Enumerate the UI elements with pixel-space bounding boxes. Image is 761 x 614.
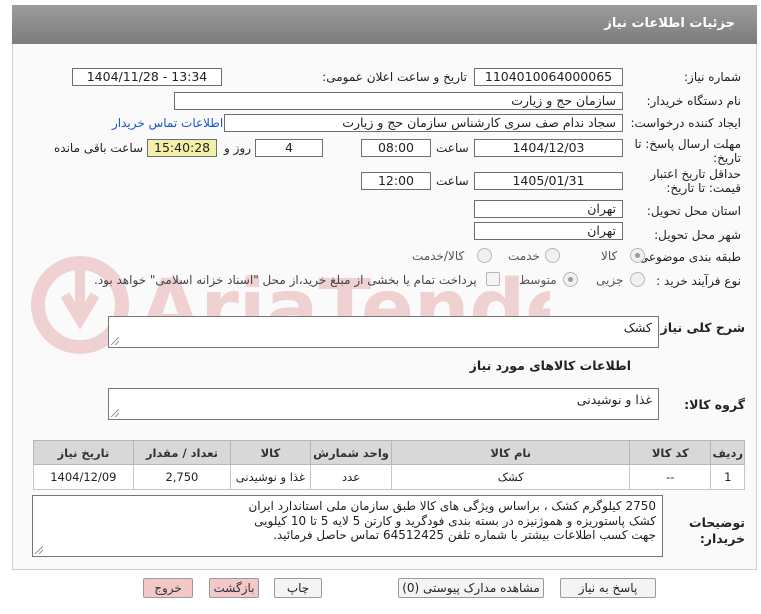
attachments-button[interactable]: مشاهده مدارک پیوستی (0): [398, 578, 544, 598]
page-title: جزئیات اطلاعات نیاز: [604, 16, 735, 31]
col-header-quantity: تعداد / مقدار: [132, 440, 232, 465]
remaining-time-label: ساعت باقی مانده: [54, 141, 144, 155]
deadline-label-line2: تاریخ:: [713, 151, 741, 165]
col-header-row-number: ردیف: [710, 440, 745, 465]
announce-date-label: تاریخ و ساعت اعلان عمومی:: [322, 70, 467, 84]
col-header-need-date: تاریخ نیاز: [33, 440, 134, 465]
cell-goods-code: --: [629, 464, 712, 490]
goods-group-textarea[interactable]: غذا و نوشیدنی: [108, 388, 659, 420]
print-button[interactable]: چاپ: [274, 578, 322, 598]
table-row[interactable]: 1 -- کشک عدد غذا و نوشیدنی 2,750 1404/12…: [33, 464, 745, 490]
province-label: استان محل تحویل:: [646, 204, 741, 218]
process-radio-minor[interactable]: [630, 272, 645, 287]
cell-goods-name: کشک: [391, 464, 631, 490]
category-radio-goods[interactable]: [630, 248, 645, 263]
resize-grip-icon[interactable]: [35, 546, 43, 554]
back-button[interactable]: بازگشت: [209, 578, 259, 598]
buyer-contact-link[interactable]: اطلاعات تماس خریدار: [112, 116, 223, 130]
buyer-notes-textarea[interactable]: 2750 کیلوگرم کشک ، براساس ویژگی های کالا…: [32, 495, 663, 557]
buyer-notes-label: توضیحات: [689, 515, 745, 530]
category-option-service: خدمت: [508, 249, 540, 263]
deadline-label: مهلت ارسال پاسخ: تا: [634, 137, 741, 151]
description-textarea[interactable]: کشک: [108, 316, 659, 348]
days-field: 4: [255, 139, 323, 157]
cell-row-number: 1: [710, 464, 745, 490]
creator-field: سجاد ندام صف سری کارشناس سازمان حج و زیا…: [224, 114, 623, 132]
category-radio-goods-service[interactable]: [477, 248, 492, 263]
exit-button[interactable]: خروج: [143, 578, 193, 598]
cell-need-date: 1404/12/09: [33, 464, 134, 490]
province-field: تهران: [474, 200, 623, 218]
deadline-time-label: ساعت: [436, 141, 469, 155]
buyer-notes-line: کشک پاستوریزه و هموژنیزه در بسته بندی فو…: [254, 513, 656, 528]
resize-grip-icon[interactable]: [111, 409, 119, 417]
buyer-notes-line: جهت کسب اطلاعات بیشتر با شماره تلفن 6451…: [273, 528, 656, 542]
buyer-notes-label-line2: خریدار:: [699, 531, 745, 546]
city-field: تهران: [474, 222, 623, 240]
process-option-medium: متوسط: [519, 273, 557, 287]
description-text: کشک: [623, 320, 652, 335]
city-label: شهر محل تحویل:: [654, 228, 741, 242]
validity-label-line2: قیمت: تا تاریخ:: [666, 181, 741, 195]
validity-date-field: 1405/01/31: [474, 172, 623, 190]
cell-unit: عدد: [309, 464, 393, 490]
validity-time-field: 12:00: [361, 172, 431, 190]
table-header-row: ردیف کد کالا نام کالا واحد شمارش کالا تع…: [33, 440, 745, 465]
category-label: طبقه بندی موضوعی:: [634, 250, 741, 264]
cell-goods-group: غذا و نوشیدنی: [230, 464, 311, 490]
goods-group-label: گروه کالا:: [684, 397, 745, 412]
treasury-payment-checkbox[interactable]: [486, 272, 500, 286]
goods-group-text: غذا و نوشیدنی: [576, 392, 652, 407]
panel-header: جزئیات اطلاعات نیاز: [12, 5, 757, 44]
announce-date-field: 1404/11/28 - 13:34: [72, 68, 222, 86]
validity-label: حداقل تاریخ اعتبار: [650, 167, 741, 181]
need-number-label: شماره نیاز:: [684, 70, 741, 84]
process-type-label: نوع فرآیند خرید :: [656, 274, 741, 288]
description-label: شرح کلی نیاز:: [655, 320, 745, 335]
goods-info-title: اطلاعات کالاهای مورد نیاز: [469, 358, 631, 373]
buyer-notes-line: 2750 کیلوگرم کشک ، براساس ویژگی های کالا…: [248, 499, 656, 513]
buyer-org-field: سازمان حج و زیارت: [174, 92, 623, 110]
goods-table: ردیف کد کالا نام کالا واحد شمارش کالا تع…: [33, 440, 745, 490]
validity-time-label: ساعت: [436, 174, 469, 188]
col-header-goods-code: کد کالا: [629, 440, 712, 465]
treasury-payment-note: پرداخت تمام یا بخشی از مبلغ خرید،از محل …: [94, 273, 477, 287]
deadline-time-field: 08:00: [361, 139, 431, 157]
deadline-date-field: 1404/12/03: [474, 139, 623, 157]
creator-label: ایجاد کننده درخواست:: [630, 116, 741, 130]
resize-grip-icon[interactable]: [111, 337, 119, 345]
col-header-goods: کالا: [230, 440, 311, 465]
process-option-minor: جزیی: [596, 273, 624, 287]
category-option-goods-service: کالا/خدمت: [412, 249, 465, 263]
respond-button[interactable]: پاسخ به نیاز: [560, 578, 656, 598]
need-number-field: 1104010064000065: [474, 68, 623, 86]
process-radio-medium[interactable]: [563, 272, 578, 287]
col-header-unit: واحد شمارش: [309, 440, 393, 465]
days-label: روز و: [224, 141, 251, 155]
category-radio-service[interactable]: [545, 248, 560, 263]
buyer-org-label: نام دستگاه خریدار:: [646, 94, 742, 108]
col-header-goods-name: نام کالا: [391, 440, 631, 465]
remaining-time-field: 15:40:28: [147, 139, 217, 157]
category-option-goods: کالا: [601, 249, 618, 263]
cell-quantity: 2,750: [132, 464, 232, 490]
